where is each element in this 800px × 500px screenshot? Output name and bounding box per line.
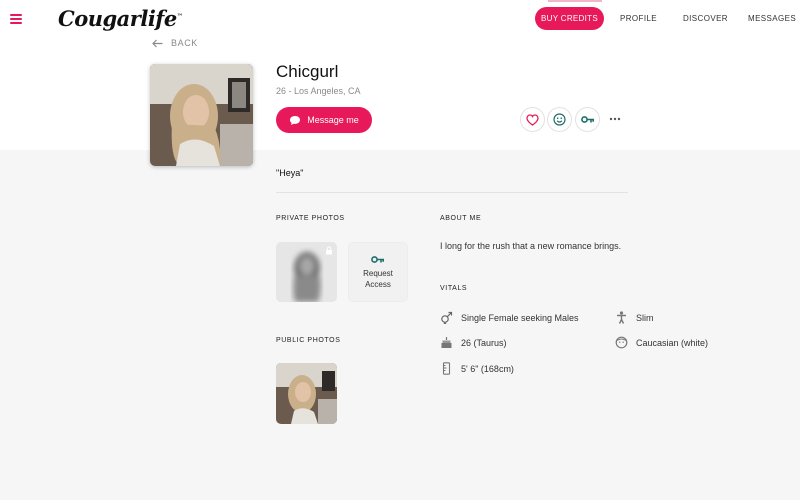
- buy-credits-button[interactable]: BUY CREDITS: [535, 7, 604, 30]
- lock-icon: [326, 246, 332, 255]
- more-options-button[interactable]: [604, 111, 626, 127]
- nav-profile[interactable]: PROFILE: [620, 14, 657, 23]
- profile-age-location: 26 - Los Angeles, CA: [276, 86, 361, 96]
- vital-seeking: Single Female seeking Males: [440, 311, 579, 324]
- chat-bubble-icon: [290, 115, 301, 125]
- birthday-cake-icon: [441, 337, 452, 348]
- nav-discover[interactable]: DISCOVER: [683, 14, 728, 23]
- back-link[interactable]: BACK: [152, 38, 198, 48]
- wink-button[interactable]: [547, 107, 572, 132]
- gender-icon: [441, 311, 453, 324]
- favorite-button[interactable]: [520, 107, 545, 132]
- request-access-button[interactable]: Request Access: [348, 242, 408, 302]
- face-icon: [615, 336, 628, 349]
- arrow-left-icon: [152, 39, 163, 47]
- vital-ethnicity: Caucasian (white): [615, 336, 708, 349]
- public-photos-heading: PUBLIC PHOTOS: [276, 337, 341, 344]
- key-icon: [580, 116, 594, 123]
- vital-body-type: Slim: [615, 311, 654, 324]
- vitals-heading: VITALS: [440, 285, 468, 292]
- site-logo[interactable]: Cougarlife™: [58, 6, 183, 31]
- message-me-label: Message me: [307, 115, 359, 125]
- key-icon: [371, 255, 384, 263]
- vital-age: 26 (Taurus): [440, 336, 507, 349]
- ruler-icon: [442, 362, 451, 375]
- smiley-icon: [553, 113, 566, 126]
- vital-height: 5' 6" (168cm): [440, 362, 514, 375]
- heart-icon: [526, 113, 539, 126]
- top-accent-line: [548, 0, 602, 2]
- back-label: BACK: [171, 38, 198, 48]
- person-icon: [617, 311, 626, 324]
- profile-headline: "Heya": [276, 168, 304, 178]
- public-photo-thumbnail[interactable]: [276, 363, 337, 424]
- request-access-label: Request Access: [363, 268, 393, 289]
- nav-messages[interactable]: MESSAGES: [748, 14, 796, 23]
- about-me-heading: ABOUT ME: [440, 215, 482, 222]
- hamburger-menu-icon[interactable]: [10, 14, 22, 24]
- message-me-button[interactable]: Message me: [276, 107, 372, 133]
- private-photos-heading: PRIVATE PHOTOS: [276, 215, 345, 222]
- profile-name: Chicgurl: [276, 62, 339, 81]
- profile-photo[interactable]: [150, 64, 253, 166]
- about-me-text: I long for the rush that a new romance b…: [440, 241, 622, 251]
- section-divider: [276, 192, 628, 193]
- ellipsis-icon: [609, 117, 621, 121]
- private-photo-thumbnail[interactable]: [276, 242, 337, 302]
- key-share-button[interactable]: [575, 107, 600, 132]
